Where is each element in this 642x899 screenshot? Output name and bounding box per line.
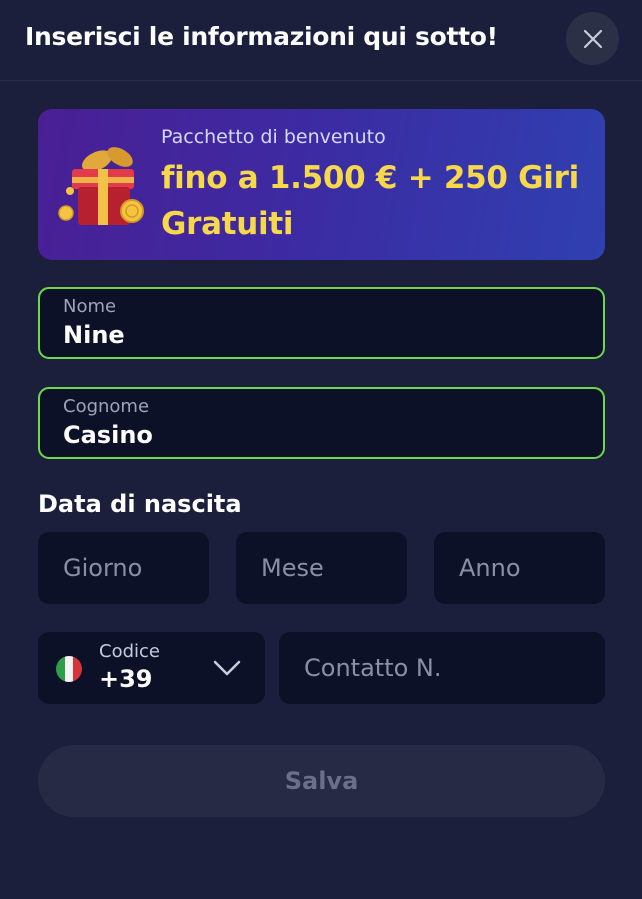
- page-title: Inserisci le informazioni qui sotto!: [25, 22, 498, 51]
- gift-icon: [58, 147, 144, 225]
- birth-day-placeholder: Giorno: [63, 554, 143, 582]
- birth-date-label: Data di nascita: [38, 490, 242, 518]
- banner-title: fino a 1.500 € + 250 Giri Gratuiti: [161, 160, 579, 242]
- first-name-field[interactable]: Nome Nine: [38, 287, 605, 359]
- birth-month-select[interactable]: Mese: [236, 532, 407, 604]
- italy-flag-icon: [56, 656, 82, 682]
- welcome-bonus-banner: Pacchetto di benvenuto fino a 1.500 € + …: [38, 109, 605, 260]
- birth-month-placeholder: Mese: [261, 554, 324, 582]
- close-button[interactable]: [566, 12, 619, 65]
- last-name-field[interactable]: Cognome Casino: [38, 387, 605, 459]
- close-icon: [583, 29, 602, 48]
- phone-number-placeholder: Contatto N.: [304, 654, 442, 682]
- first-name-label: Nome: [63, 296, 117, 317]
- modal-header: Inserisci le informazioni qui sotto!: [0, 0, 642, 81]
- birth-year-select[interactable]: Anno: [434, 532, 605, 604]
- chevron-down-icon: [213, 660, 241, 676]
- first-name-value[interactable]: Nine: [63, 321, 125, 349]
- phone-number-input[interactable]: Contatto N.: [279, 632, 605, 704]
- last-name-value[interactable]: Casino: [63, 421, 153, 449]
- birth-day-select[interactable]: Giorno: [38, 532, 209, 604]
- birth-year-placeholder: Anno: [459, 554, 521, 582]
- last-name-label: Cognome: [63, 396, 150, 417]
- country-code-label: Codice: [99, 641, 160, 662]
- save-button[interactable]: Salva: [38, 745, 605, 817]
- banner-subtitle: Pacchetto di benvenuto: [161, 126, 386, 148]
- country-code-select[interactable]: Codice +39: [38, 632, 265, 704]
- country-code-value: +39: [99, 665, 153, 693]
